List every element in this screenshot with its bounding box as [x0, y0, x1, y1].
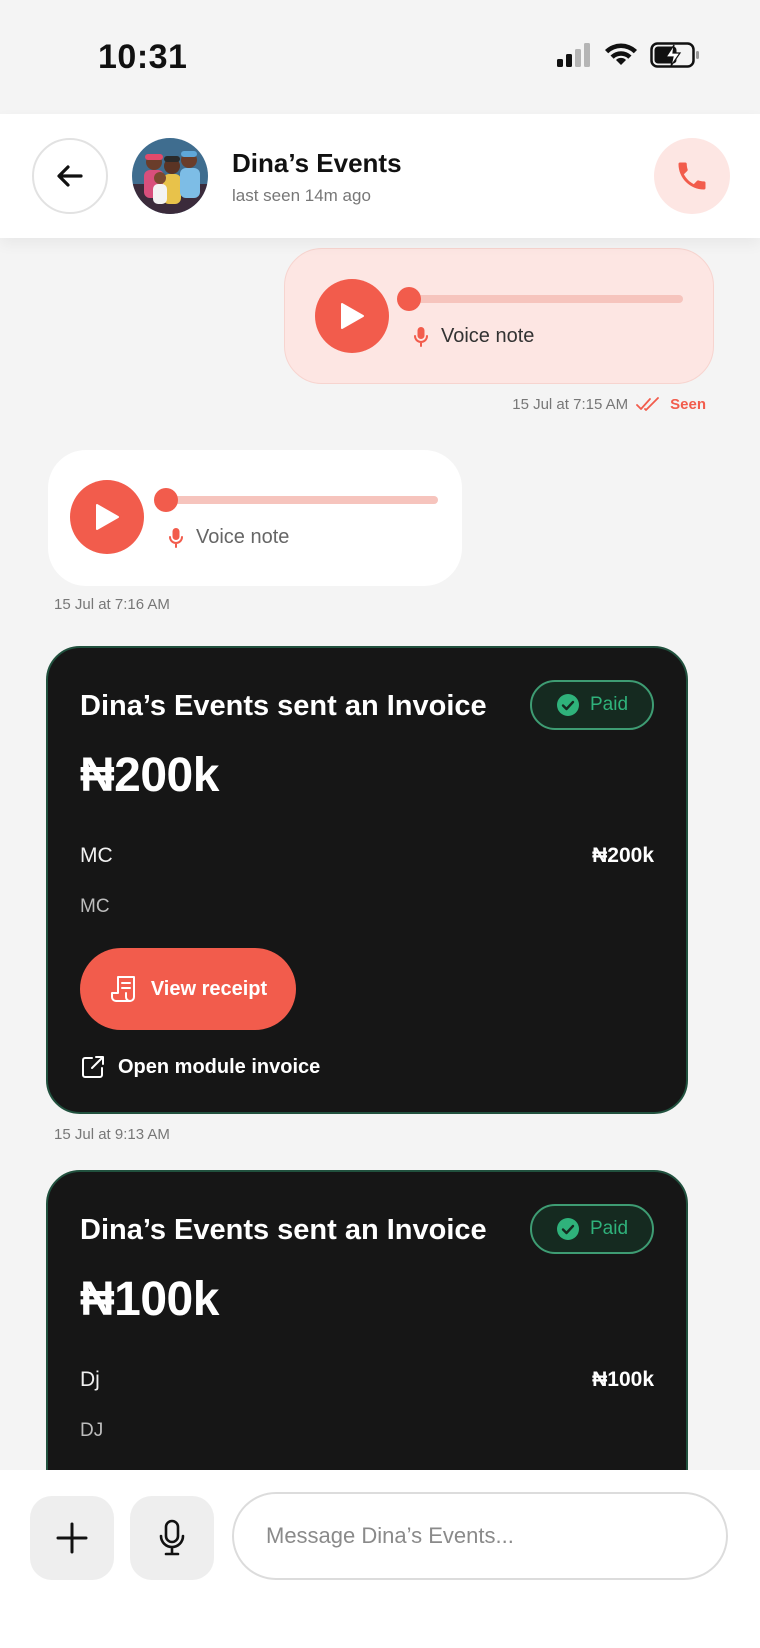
open-module-invoice-link[interactable]: Open module invoice: [80, 1054, 320, 1080]
incoming-message-meta: 15 Jul at 7:16 AM: [54, 596, 170, 613]
voice-note-label: Voice note: [413, 325, 534, 348]
invoice-item-price: ₦100k: [592, 1368, 654, 1391]
invoice-item-name: MC: [80, 844, 113, 867]
avatar[interactable]: [132, 138, 208, 214]
invoice-title: Dina’s Events sent an Invoice: [80, 1214, 487, 1246]
paid-badge-label: Paid: [589, 1218, 629, 1239]
view-receipt-button[interactable]: View receipt: [80, 948, 296, 1030]
paid-badge: Paid: [530, 680, 654, 730]
message-composer: [0, 1470, 760, 1648]
back-button[interactable]: [32, 138, 108, 214]
invoice-item-description: DJ: [80, 1420, 104, 1441]
status-bar: 10:31: [0, 0, 760, 114]
record-voice-button[interactable]: [130, 1496, 214, 1580]
voice-note-text: Voice note: [441, 325, 535, 347]
voice-progress-track[interactable]: [397, 287, 683, 311]
message-timestamp: 15 Jul at 7:16 AM: [54, 596, 170, 613]
incoming-voice-note: Voice note: [48, 450, 462, 586]
signal-icon: [557, 43, 590, 67]
invoice-card: Dina’s Events sent an Invoice Paid ₦200k…: [46, 646, 688, 1114]
invoice-item-description: MC: [80, 896, 110, 917]
voice-progress-knob[interactable]: [154, 488, 178, 512]
chat-messages[interactable]: Voice note 15 Jul at 7:15 AM Seen Voice …: [0, 238, 760, 1470]
play-button[interactable]: [315, 279, 389, 353]
paid-badge-label: Paid: [589, 694, 629, 715]
message-timestamp: 15 Jul at 7:15 AM: [512, 396, 629, 413]
outgoing-voice-note: Voice note: [284, 248, 714, 384]
invoice-item-price: ₦200k: [592, 844, 654, 867]
chat-header: Dina’s Events last seen 14m ago: [0, 114, 760, 238]
check-circle-icon: [556, 1218, 579, 1240]
play-icon: [341, 303, 364, 329]
mic-icon: [159, 1519, 185, 1556]
voice-note-label: Voice note: [168, 526, 289, 549]
arrow-left-icon: [57, 165, 83, 187]
play-button[interactable]: [70, 480, 144, 554]
play-icon: [96, 504, 119, 530]
open-module-invoice-label: Open module invoice: [118, 1055, 321, 1078]
invoice-amount: ₦100k: [80, 1273, 219, 1326]
status-time: 10:31: [98, 38, 188, 76]
voice-progress-track[interactable]: [154, 488, 438, 512]
message-timestamp: 15 Jul at 9:13 AM: [54, 1126, 170, 1143]
invoice-message-meta: 15 Jul at 9:13 AM: [54, 1126, 170, 1143]
paid-badge: Paid: [530, 1204, 654, 1254]
receipt-icon: [110, 976, 135, 1002]
mic-icon: [169, 527, 183, 548]
add-attachment-button[interactable]: [30, 1496, 114, 1580]
plus-icon: [56, 1522, 88, 1554]
seen-status: Seen: [670, 396, 706, 413]
mic-icon: [414, 326, 428, 347]
invoice-amount: ₦200k: [80, 749, 219, 802]
voice-note-text: Voice note: [196, 526, 290, 548]
phone-icon: [678, 162, 706, 190]
invoice-item-name: Dj: [80, 1368, 100, 1391]
voice-progress-knob[interactable]: [397, 287, 421, 311]
invoice-card: Dina’s Events sent an Invoice Paid ₦100k…: [46, 1170, 688, 1470]
battery-charging-icon: [650, 42, 699, 68]
last-seen-status: last seen 14m ago: [232, 186, 371, 205]
contact-name[interactable]: Dina’s Events: [232, 148, 402, 179]
status-icons: [556, 42, 700, 68]
group-photo-icon: [132, 138, 208, 214]
external-link-icon: [82, 1056, 104, 1078]
check-circle-icon: [556, 694, 579, 716]
invoice-title: Dina’s Events sent an Invoice: [80, 690, 487, 722]
outgoing-message-meta: 15 Jul at 7:15 AM Seen: [512, 396, 706, 413]
call-button[interactable]: [654, 138, 730, 214]
view-receipt-label: View receipt: [150, 977, 268, 1000]
wifi-icon: [605, 43, 637, 65]
double-check-icon: [636, 396, 660, 411]
message-input[interactable]: [232, 1492, 728, 1580]
